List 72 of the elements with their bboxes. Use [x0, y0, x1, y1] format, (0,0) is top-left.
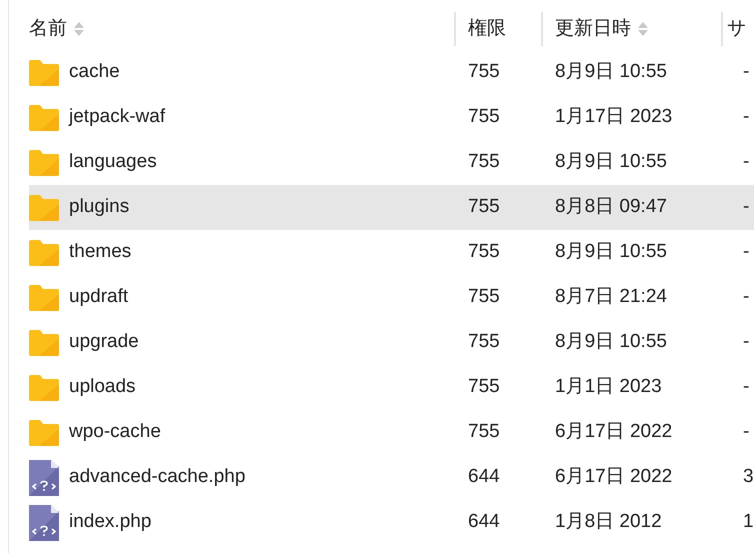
size-text: - [743, 196, 750, 218]
size-text: - [743, 421, 750, 442]
permission-text: 755 [468, 421, 500, 442]
folder-icon [29, 284, 59, 310]
folder-icon [29, 420, 59, 446]
size-text: 3 [743, 466, 754, 488]
file-name: cache [69, 60, 120, 84]
permission-text: 755 [468, 106, 500, 128]
permission-text: 755 [468, 331, 500, 352]
folder-icon [29, 60, 59, 86]
modified-date: 8月9日 10:55 [555, 151, 667, 172]
permission-text: 755 [468, 376, 500, 398]
folder-icon [29, 240, 59, 266]
permission-text: 755 [468, 241, 500, 262]
permission-text: 755 [468, 61, 500, 82]
modified-date: 8月9日 10:55 [555, 241, 667, 262]
column-header[interactable]: サ [721, 12, 754, 46]
column-header[interactable]: 権限 [454, 12, 541, 46]
file-name: updraft [69, 285, 128, 310]
file-row[interactable]: jetpack-waf 755 1月17日 2023 - [29, 95, 754, 140]
file-row[interactable]: plugins 755 8月8日 09:47 - [29, 185, 754, 230]
modified-date: 8月9日 10:55 [555, 61, 667, 82]
file-name: languages [69, 150, 157, 174]
php-file-icon [29, 504, 59, 540]
modified-date: 1月17日 2023 [555, 106, 672, 128]
modified-date: 8月7日 21:24 [555, 286, 667, 308]
modified-date: 6月17日 2022 [555, 421, 672, 442]
size-text: - [743, 331, 750, 352]
size-text: - [743, 241, 750, 262]
sort-icon[interactable] [637, 21, 649, 37]
size-text: - [743, 151, 750, 172]
file-row[interactable]: index.php 644 1月8日 2012 1 [29, 500, 754, 545]
file-name: upgrade [69, 330, 139, 354]
file-row[interactable]: wpo-cache 755 6月17日 2022 - [29, 410, 754, 455]
permission-text: 755 [468, 286, 500, 308]
size-text: - [743, 106, 750, 128]
file-row[interactable]: upgrade 755 8月9日 10:55 - [29, 320, 754, 365]
column-header[interactable]: 名前 [29, 12, 454, 46]
file-row[interactable]: updraft 755 8月7日 21:24 - [29, 275, 754, 320]
folder-icon [29, 194, 59, 220]
modified-date: 1月8日 2012 [555, 511, 662, 532]
php-file-icon [29, 460, 59, 496]
folder-icon [29, 104, 59, 130]
file-row[interactable]: languages 755 8月9日 10:55 - [29, 140, 754, 185]
file-name: jetpack-waf [69, 105, 166, 130]
folder-icon [29, 374, 59, 400]
file-name: advanced-cache.php [69, 465, 246, 490]
modified-date: 1月1日 2023 [555, 376, 662, 398]
permission-text: 644 [468, 466, 500, 488]
modified-date: 8月8日 09:47 [555, 196, 667, 218]
file-row[interactable]: uploads 755 1月1日 2023 - [29, 365, 754, 410]
folder-icon [29, 330, 59, 356]
file-row[interactable]: themes 755 8月9日 10:55 - [29, 230, 754, 275]
modified-date: 8月9日 10:55 [555, 331, 667, 352]
size-text: - [743, 61, 750, 82]
file-name: index.php [69, 510, 152, 534]
permission-text: 755 [468, 151, 500, 172]
permission-text: 644 [468, 511, 500, 532]
file-row[interactable]: advanced-cache.php 644 6月17日 2022 3 [29, 455, 754, 500]
file-row[interactable]: cache 755 8月9日 10:55 - [29, 50, 754, 95]
modified-date: 6月17日 2022 [555, 466, 672, 488]
folder-icon [29, 150, 59, 176]
file-name: plugins [69, 195, 130, 220]
permission-text: 755 [468, 196, 500, 218]
file-name: uploads [69, 375, 136, 400]
size-text: - [743, 376, 750, 398]
size-text: - [743, 286, 750, 308]
file-name: themes [69, 240, 132, 264]
size-text: 1 [743, 511, 754, 532]
file-name: wpo-cache [69, 420, 161, 444]
column-header[interactable]: 更新日時 [541, 12, 721, 46]
sort-icon[interactable] [73, 21, 85, 37]
